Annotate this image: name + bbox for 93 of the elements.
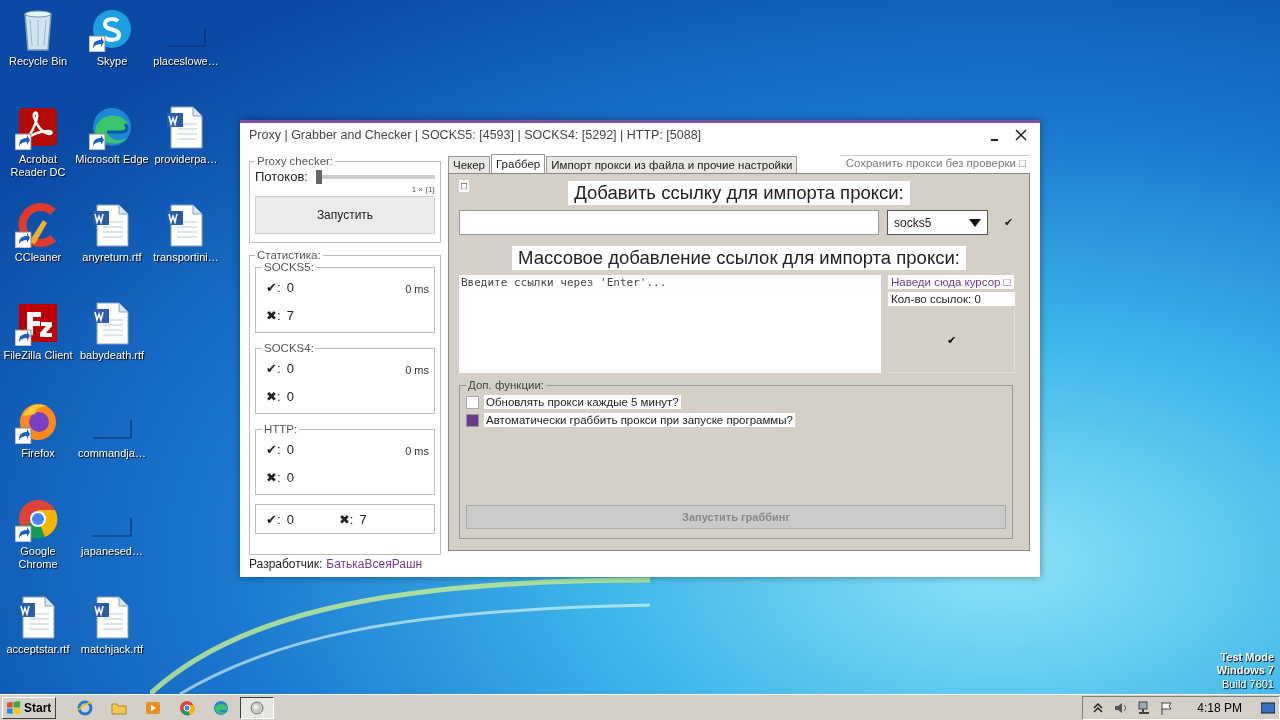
section-heading: Массовое добавление ссылок для импорта прокси: xyxy=(512,246,966,270)
checkbox[interactable] xyxy=(466,395,479,409)
box-glyph: □ xyxy=(459,180,470,192)
section-heading: Добавить ссылку для импорта прокси: xyxy=(568,181,910,205)
protocol-dropdown[interactable]: socks5 xyxy=(887,210,988,235)
dropdown-arrow-icon xyxy=(969,218,981,227)
group-title: HTTP: xyxy=(263,423,299,435)
desktop-icon-label[interactable]: Recycle Bin xyxy=(8,55,68,68)
count-mark: ✔: xyxy=(266,511,281,527)
browser-icon xyxy=(213,699,230,716)
count-mark: ✖: xyxy=(266,469,281,485)
count-mark: ✖: xyxy=(266,388,281,404)
count-mark: ✔: xyxy=(266,360,281,376)
group-title: Доп. функции: xyxy=(467,379,546,391)
network-icon[interactable] xyxy=(1137,700,1152,715)
group-title: Статистика: xyxy=(256,249,322,261)
count-value: 7 xyxy=(286,307,294,323)
os-notice-text: Windows 7 xyxy=(1216,664,1274,678)
threads-label: Потоков: xyxy=(255,169,308,184)
desktop-icon-label[interactable]: anyreturn.rtf xyxy=(82,251,142,264)
checkbox-label[interactable]: Обновлять прокси каждые 5 минут? xyxy=(484,395,681,409)
desktop-icon-label[interactable]: commandja… xyxy=(78,447,146,460)
count-mark: ✖: xyxy=(338,511,354,527)
slider-thumb[interactable] xyxy=(315,169,322,184)
tab[interactable]: Граббер xyxy=(491,154,546,173)
latency-text: 0 ms xyxy=(405,364,429,376)
document-icon[interactable] xyxy=(93,204,129,247)
tab[interactable]: Чекер xyxy=(448,156,490,173)
group-title: Proxy checker: xyxy=(256,155,335,167)
trash-bin-icon[interactable] xyxy=(24,10,52,51)
hover-hint: Наведи сюда курсор □ xyxy=(888,275,1014,289)
developer-name: БатькаВсеяРашн xyxy=(326,557,423,571)
links-field[interactable]: Введите ссылки через 'Enter'... xyxy=(459,275,881,373)
desktop-icon-label[interactable]: placeslowe… xyxy=(153,55,219,68)
checkbox-label[interactable]: Автоматически граббить прокси при запуске программы? xyxy=(484,413,795,427)
window-title: Proxy | Grabber and Checker | SOCKS5: [4593] | SOCKS4: [5292] | HTTP: [5088] xyxy=(249,127,703,142)
browser-icon xyxy=(179,699,196,716)
document-icon[interactable] xyxy=(167,204,203,247)
document-icon[interactable] xyxy=(93,596,129,639)
desktop-icon-label[interactable]: japanesed… xyxy=(81,545,143,558)
count-value: 0 xyxy=(286,279,294,295)
count-value: 0 xyxy=(286,469,294,485)
count-value: 0 xyxy=(286,388,294,404)
desktop-icon-label[interactable]: transportini… xyxy=(153,251,219,264)
desktop-icon-label[interactable]: matchjack.rtf xyxy=(80,643,144,656)
count-value: 0 xyxy=(286,441,294,457)
desktop-icon-label[interactable]: babydeath.rtf xyxy=(79,349,145,362)
latency-text: 0 ms xyxy=(405,283,429,295)
checkbox-label[interactable]: Сохранить прокси без проверки □ xyxy=(839,155,1030,170)
clock-time[interactable]: 4:18 PM xyxy=(1197,700,1242,715)
threads-reading: 1 × {1} xyxy=(410,185,435,194)
flag-icon[interactable] xyxy=(1160,700,1175,715)
latency-text: 0 ms xyxy=(405,445,429,457)
count-mark: ✔: xyxy=(266,279,281,295)
count-value: 0 xyxy=(286,360,294,376)
close-icon[interactable] xyxy=(1014,127,1028,142)
document-icon[interactable] xyxy=(167,106,203,149)
add-link-button[interactable]: ✔ xyxy=(1004,216,1013,229)
desktop-icon-label[interactable]: Skype xyxy=(96,55,128,68)
url-field[interactable] xyxy=(459,210,879,235)
windows-logo-icon xyxy=(6,700,21,715)
desktop-icon-label[interactable]: CCleaner xyxy=(14,251,62,264)
start-button[interactable]: Start xyxy=(2,696,57,719)
desktop-icon-label[interactable]: Google Chrome xyxy=(1,545,75,571)
checkbox[interactable] xyxy=(466,413,479,427)
desktop-icon-label[interactable]: acceptstar.rtf xyxy=(6,643,70,656)
add-links-button[interactable]: ✔ xyxy=(888,309,1015,373)
count-mark: ✖: xyxy=(266,307,281,323)
desktop-icon-label[interactable]: Microsoft Edge xyxy=(75,153,149,166)
document-icon[interactable] xyxy=(19,596,55,639)
link-count: Кол-во ссылок: 0 xyxy=(888,292,1015,306)
group-title: SOCKS5: xyxy=(263,261,315,273)
app-window-icon xyxy=(249,699,266,716)
speaker-icon[interactable] xyxy=(1114,700,1129,715)
show-desktop-icon[interactable] xyxy=(1261,700,1275,715)
group-title: SOCKS4: xyxy=(263,342,315,354)
taskbar-button[interactable] xyxy=(240,696,275,719)
desktop-icon-label[interactable]: providerpa… xyxy=(154,153,218,166)
start-button[interactable]: Запустить xyxy=(255,196,435,234)
os-notice-text: Build 7601 xyxy=(1222,677,1274,691)
os-notice-text: Test Mode xyxy=(1220,650,1274,664)
developer-label: Разработчик: xyxy=(249,557,323,571)
desktop-icon-label[interactable]: Acrobat Reader DC xyxy=(1,153,75,179)
count-mark: ✔: xyxy=(266,441,281,457)
document-icon[interactable] xyxy=(93,302,129,345)
tab[interactable]: Импорт прокси из файла и прочие настройки xyxy=(546,156,798,173)
cleaner-app-icon[interactable] xyxy=(18,203,56,247)
media-player-icon xyxy=(145,699,162,716)
count-value: 0 xyxy=(286,511,294,527)
desktop-icon-label[interactable]: FileZilla Client xyxy=(3,349,73,362)
desktop-icon-label[interactable]: Firefox xyxy=(21,447,55,460)
count-value: 7 xyxy=(359,511,367,527)
browser-icon xyxy=(77,699,94,716)
